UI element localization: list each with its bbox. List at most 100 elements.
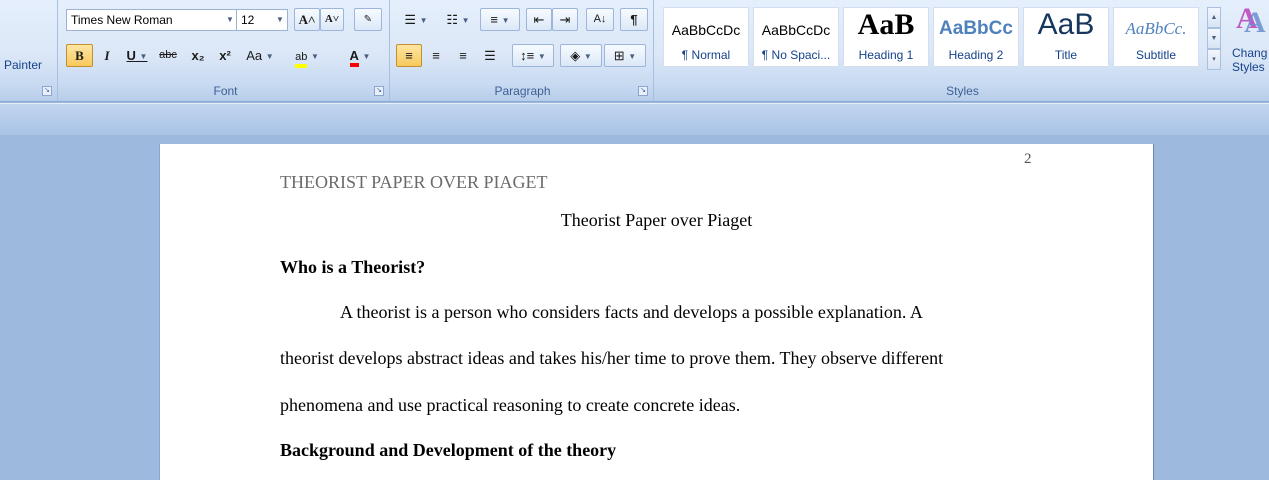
font-group-label: Font — [213, 84, 238, 98]
show-formatting-button[interactable]: ¶ — [620, 8, 648, 31]
align-center-icon: ≡ — [432, 48, 440, 63]
chevron-down-icon[interactable]: ▼ — [223, 10, 237, 30]
change-styles-label-line1: Chang — [1232, 46, 1268, 60]
style-sample: AaBbCcDc — [671, 22, 741, 38]
font-name-value: Times New Roman — [71, 13, 173, 27]
ribbon: Painter ↘ Times New Roman ▼ 12 ▼ A˄ A˅ ✎… — [0, 0, 1269, 102]
numbering-button[interactable]: ☷ ▼ — [438, 8, 478, 31]
chevron-down-icon[interactable]: ▼ — [420, 16, 428, 25]
styles-group-label: Styles — [946, 84, 979, 98]
highlighter-icon: ab — [295, 51, 308, 68]
paint-bucket-icon: ◈ — [570, 48, 581, 63]
change-styles-icon-overlay: A — [1244, 6, 1266, 39]
style-sample: AaB — [1037, 8, 1095, 41]
format-painter-button[interactable]: Painter — [4, 58, 42, 72]
styles-gallery-scroller: ▲ ▼ ▾ — [1207, 7, 1221, 71]
section-heading: Who is a Theorist? — [280, 257, 426, 277]
style-name: ¶ Normal — [681, 48, 731, 62]
style-name: Title — [1054, 48, 1078, 62]
underline-label: U — [126, 48, 136, 63]
change-styles-label: Chang Styles — [1232, 46, 1267, 74]
chevron-down-icon[interactable]: ▼ — [363, 52, 371, 61]
style-normal[interactable]: AaBbCcDc ¶ Normal — [663, 7, 749, 67]
change-case-button[interactable]: Aa ▼ — [240, 44, 280, 67]
running-header: THEORIST PAPER OVER PIAGET — [280, 172, 548, 192]
font-color-button[interactable]: A ▼ — [337, 44, 383, 67]
gallery-down-icon[interactable]: ▼ — [1207, 28, 1221, 49]
paragraph-group-label: Paragraph — [494, 84, 551, 98]
document-title: Theorist Paper over Piaget — [560, 210, 753, 230]
line-spacing-button[interactable]: ↕≡ ▼ — [512, 44, 554, 67]
decrease-indent-button[interactable]: ⇤ — [526, 8, 552, 31]
paragraph-group: ☰ ▼ ☷ ▼ ≡ ▼ ⇤ ⇥ A↓ ¶ ≡ ≡ ≡ ☰ ↕≡ ▼ ◈ ▼ ⊞ … — [392, 0, 654, 101]
superscript-button[interactable]: x² — [212, 44, 238, 67]
gallery-up-icon[interactable]: ▲ — [1207, 7, 1221, 28]
section-heading: Background and Development of the theory — [280, 440, 617, 460]
font-size-value: 12 — [241, 13, 255, 27]
multilevel-list-icon: ≡ — [490, 12, 499, 27]
align-left-icon: ≡ — [405, 48, 413, 63]
ruler-area — [0, 103, 1269, 135]
style-heading-1[interactable]: AaB Heading 1 — [843, 7, 929, 67]
paragraph-line: theorist develops abstract ideas and tak… — [280, 348, 944, 368]
chevron-down-icon[interactable]: ▼ — [140, 52, 148, 61]
highlight-button[interactable]: ab ▼ — [284, 44, 330, 68]
style-sample: AaBbCcDc — [761, 22, 831, 38]
bullets-icon: ☰ — [404, 12, 417, 27]
bullets-button[interactable]: ☰ ▼ — [396, 8, 436, 31]
chevron-down-icon[interactable]: ▼ — [502, 16, 510, 25]
chevron-down-icon[interactable]: ▼ — [538, 52, 546, 61]
chevron-down-icon[interactable]: ▼ — [273, 10, 287, 30]
grow-font-button[interactable]: A˄ — [294, 8, 320, 31]
chevron-down-icon[interactable]: ▼ — [266, 52, 274, 61]
styles-group: AaBbCcDc ¶ Normal AaBbCcDc ¶ No Spaci...… — [656, 0, 1269, 101]
gallery-more-icon[interactable]: ▾ — [1207, 49, 1221, 70]
chevron-down-icon[interactable]: ▼ — [462, 16, 470, 25]
bold-button[interactable]: B — [66, 44, 93, 67]
clipboard-group: Painter ↘ — [0, 0, 58, 101]
font-size-combo[interactable]: 12 ▼ — [236, 9, 288, 31]
paragraph-launcher-icon[interactable]: ↘ — [638, 86, 648, 96]
increase-indent-button[interactable]: ⇥ — [552, 8, 578, 31]
subscript-button[interactable]: x₂ — [185, 44, 211, 67]
font-launcher-icon[interactable]: ↘ — [374, 86, 384, 96]
increase-indent-icon: ⇥ — [559, 12, 571, 27]
shrink-font-button[interactable]: A˅ — [320, 8, 344, 31]
italic-button[interactable]: I — [95, 44, 119, 67]
font-color-icon: A — [349, 49, 359, 67]
paragraph-line: A theorist is a person who considers fac… — [340, 302, 923, 322]
shading-button[interactable]: ◈ ▼ — [560, 44, 602, 67]
change-styles-label-line2: Styles — [1232, 60, 1265, 74]
style-no-spacing[interactable]: AaBbCcDc ¶ No Spaci... — [753, 7, 839, 67]
style-heading-2[interactable]: AaBbCc Heading 2 — [933, 7, 1019, 67]
eraser-icon: ✎ — [363, 14, 373, 25]
chevron-down-icon[interactable]: ▼ — [628, 52, 636, 61]
align-center-button[interactable]: ≡ — [423, 44, 449, 67]
page-number: 2 — [1024, 151, 1032, 167]
decrease-indent-icon: ⇤ — [533, 12, 545, 27]
style-subtitle[interactable]: AaBbCc. Subtitle — [1113, 7, 1199, 67]
chevron-down-icon[interactable]: ▼ — [311, 52, 319, 61]
clipboard-launcher-icon[interactable]: ↘ — [42, 86, 52, 96]
sort-button[interactable]: A↓ — [586, 8, 614, 31]
document-page[interactable]: 2 THEORIST PAPER OVER PIAGET Theorist Pa… — [160, 144, 1153, 480]
font-name-combo[interactable]: Times New Roman ▼ — [66, 9, 238, 31]
style-title[interactable]: AaB Title — [1023, 7, 1109, 67]
line-spacing-icon: ↕≡ — [520, 48, 535, 63]
chevron-down-icon[interactable]: ▼ — [584, 52, 592, 61]
borders-button[interactable]: ⊞ ▼ — [604, 44, 646, 67]
change-styles-button[interactable]: A A Chang Styles — [1226, 2, 1269, 92]
style-name: ¶ No Spaci... — [761, 48, 831, 62]
align-right-icon: ≡ — [459, 48, 467, 63]
clear-formatting-button[interactable]: ✎ — [354, 8, 382, 31]
style-sample: AaBbCc. — [1125, 19, 1187, 38]
align-right-button[interactable]: ≡ — [450, 44, 476, 67]
justify-button[interactable]: ☰ — [477, 44, 503, 67]
multilevel-list-button[interactable]: ≡ ▼ — [480, 8, 520, 31]
borders-icon: ⊞ — [613, 48, 625, 63]
align-left-button[interactable]: ≡ — [396, 44, 422, 67]
font-group: Times New Roman ▼ 12 ▼ A˄ A˅ ✎ B I U ▼ a… — [62, 0, 390, 101]
strikethrough-button[interactable]: abc — [153, 44, 183, 67]
underline-button[interactable]: U ▼ — [122, 44, 152, 67]
style-name: Subtitle — [1135, 48, 1177, 62]
